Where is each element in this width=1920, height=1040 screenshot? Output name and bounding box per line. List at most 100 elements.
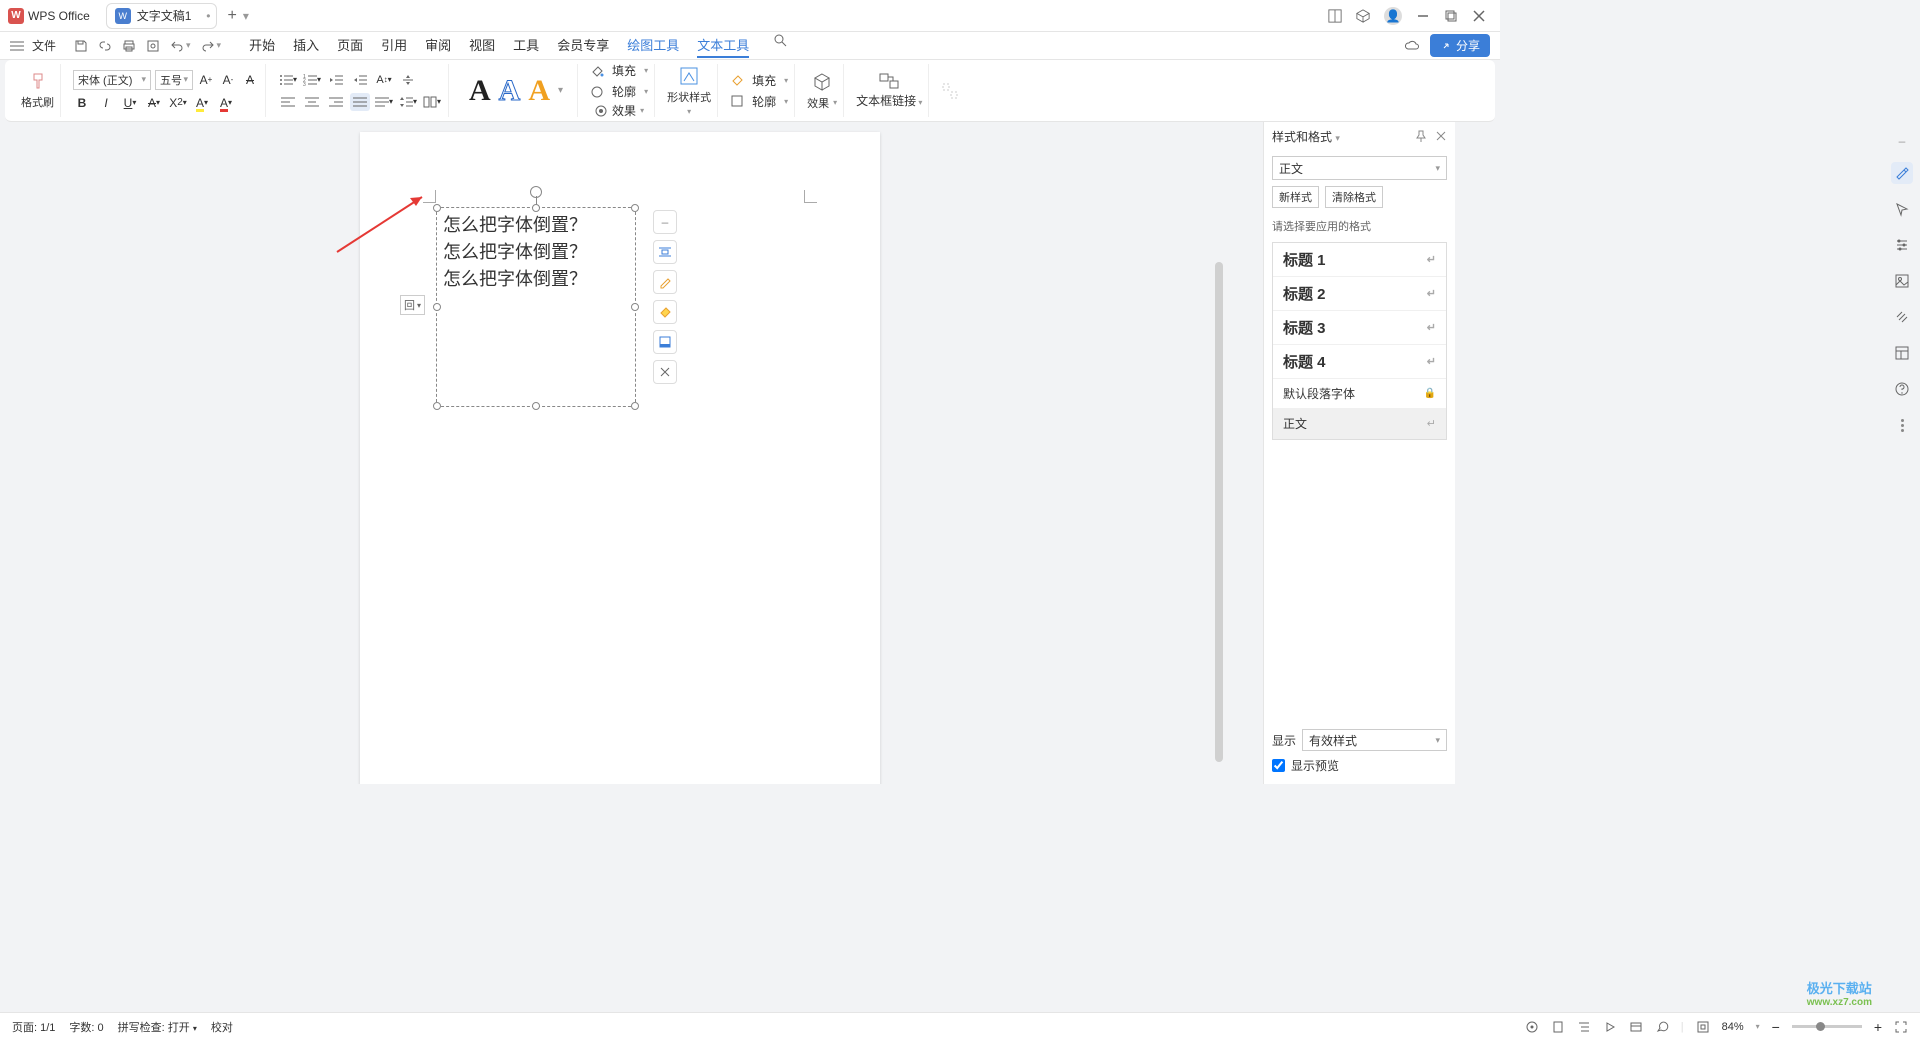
- style-a-outline-icon[interactable]: A: [499, 74, 521, 108]
- view-read-icon[interactable]: [1603, 1020, 1617, 1034]
- shape-style-button[interactable]: 形状样式▾: [667, 65, 711, 116]
- view-target-icon[interactable]: [1525, 1020, 1539, 1034]
- text-effect-button[interactable]: 效果▾: [594, 102, 644, 119]
- new-style-button[interactable]: 新样式: [1272, 186, 1319, 208]
- share-button[interactable]: 分享: [1430, 34, 1490, 57]
- close-window-icon[interactable]: [1472, 9, 1486, 23]
- style-item-default-font[interactable]: 默认段落字体🔒: [1273, 379, 1446, 409]
- display-mode-select[interactable]: 有效样式▾: [1302, 729, 1447, 751]
- style-item-body[interactable]: 正文↵: [1273, 409, 1446, 439]
- save-icon[interactable]: [74, 39, 88, 53]
- panel-collapse-button[interactable]: –: [1899, 134, 1906, 148]
- style-item-h3[interactable]: 标题 3↵: [1273, 311, 1446, 345]
- tab-ref[interactable]: 引用: [381, 33, 407, 58]
- vertical-scrollbar[interactable]: [1215, 262, 1225, 744]
- text-outline-button[interactable]: 轮廓▾: [590, 83, 648, 100]
- resize-handle-tm[interactable]: [532, 204, 540, 212]
- document-viewport[interactable]: 回▾ 怎么把字体倒置？ 怎么把字体倒置？ 怎么把字体倒置？ –: [0, 122, 1263, 784]
- float-fill-button[interactable]: [653, 300, 677, 324]
- tab-menu-chevron-icon[interactable]: ▾: [243, 9, 249, 23]
- tab-start[interactable]: 开始: [249, 33, 275, 58]
- tab-page[interactable]: 页面: [337, 33, 363, 58]
- zoom-fit-icon[interactable]: [1696, 1020, 1710, 1034]
- view-web-icon[interactable]: [1629, 1020, 1643, 1034]
- view-draft-icon[interactable]: [1655, 1020, 1669, 1034]
- float-image-button[interactable]: [653, 330, 677, 354]
- textbox-link-button[interactable]: 文本框链接 ▾: [856, 72, 922, 109]
- resize-handle-bl[interactable]: [433, 402, 441, 410]
- resize-handle-bm[interactable]: [532, 402, 540, 410]
- align-left-button[interactable]: [278, 93, 298, 111]
- zoom-value[interactable]: 84%: [1722, 1021, 1744, 1033]
- vertical-align-button[interactable]: [398, 71, 418, 89]
- pin-icon[interactable]: [1415, 130, 1427, 142]
- resize-handle-tl[interactable]: [433, 204, 441, 212]
- rail-styles-icon[interactable]: [1891, 162, 1913, 184]
- anchor-indicator[interactable]: 回▾: [400, 295, 425, 315]
- user-avatar-icon[interactable]: 👤: [1384, 7, 1402, 25]
- shape-outline-button[interactable]: 轮廓▾: [730, 93, 788, 110]
- rail-more-icon[interactable]: [1891, 414, 1913, 436]
- tab-member[interactable]: 会员专享: [557, 33, 609, 58]
- style-item-h1[interactable]: 标题 1↵: [1273, 243, 1446, 277]
- rail-select-icon[interactable]: [1891, 198, 1913, 220]
- resize-handle-tr[interactable]: [631, 204, 639, 212]
- text-direction-button[interactable]: A↕▾: [374, 71, 394, 89]
- page[interactable]: 回▾ 怎么把字体倒置？ 怎么把字体倒置？ 怎么把字体倒置？ –: [360, 132, 880, 784]
- highlight-color-button[interactable]: A▾: [193, 94, 211, 112]
- increase-indent-button[interactable]: [350, 71, 370, 89]
- minimize-icon[interactable]: [1416, 9, 1430, 23]
- font-color-button[interactable]: A▾: [217, 94, 235, 112]
- font-name-select[interactable]: 宋体 (正文)▾: [73, 70, 151, 90]
- search-icon[interactable]: [773, 33, 787, 47]
- undo-button[interactable]: ▾: [170, 39, 191, 53]
- zoom-slider[interactable]: [1792, 1025, 1862, 1028]
- align-right-button[interactable]: [326, 93, 346, 111]
- resize-handle-br[interactable]: [631, 402, 639, 410]
- shape-effect-button[interactable]: 效果▾: [807, 95, 837, 111]
- superscript-button[interactable]: X2▾: [169, 94, 187, 112]
- style-a-solid-icon[interactable]: A: [469, 74, 491, 108]
- align-center-button[interactable]: [302, 93, 322, 111]
- increase-font-icon[interactable]: A+: [197, 71, 215, 89]
- shape-fill-button[interactable]: 填充▾: [730, 72, 788, 89]
- tab-insert[interactable]: 插入: [293, 33, 319, 58]
- line-spacing-button[interactable]: ▾: [398, 93, 418, 111]
- zoom-out-button[interactable]: −: [1772, 1019, 1780, 1035]
- underline-button[interactable]: U▾: [121, 94, 139, 112]
- float-more-button[interactable]: [653, 360, 677, 384]
- distribute-button[interactable]: ▾: [374, 93, 394, 111]
- tab-text-tools[interactable]: 文本工具: [697, 33, 749, 58]
- text-fill-button[interactable]: 填充▾: [590, 62, 648, 79]
- tab-draw-tools[interactable]: 绘图工具: [627, 33, 679, 58]
- close-panel-icon[interactable]: [1435, 130, 1447, 142]
- rail-tools-icon[interactable]: [1891, 306, 1913, 328]
- italic-button[interactable]: I: [97, 94, 115, 112]
- status-page[interactable]: 页面: 1/1: [12, 1019, 55, 1035]
- link-icon[interactable]: [98, 39, 112, 53]
- text-styles-gallery[interactable]: A A A ▾: [461, 74, 571, 108]
- tab-close-icon[interactable]: •: [206, 9, 210, 23]
- status-spellcheck[interactable]: 拼写检查: 打开 ▾: [118, 1019, 197, 1035]
- view-outline-icon[interactable]: [1577, 1020, 1591, 1034]
- bold-button[interactable]: B: [73, 94, 91, 112]
- style-item-h4[interactable]: 标题 4↵: [1273, 345, 1446, 379]
- decrease-indent-button[interactable]: [326, 71, 346, 89]
- maximize-icon[interactable]: [1444, 9, 1458, 23]
- rail-help-icon[interactable]: [1891, 378, 1913, 400]
- clear-format-icon[interactable]: A: [241, 71, 259, 89]
- format-painter-button[interactable]: 格式刷: [21, 72, 54, 110]
- font-size-select[interactable]: 五号▾: [155, 70, 193, 90]
- rail-settings-icon[interactable]: [1891, 234, 1913, 256]
- style-a-gradient-icon[interactable]: A: [528, 74, 550, 108]
- layout-icon[interactable]: [1328, 9, 1342, 23]
- tab-review[interactable]: 审阅: [425, 33, 451, 58]
- number-list-button[interactable]: 123▾: [302, 71, 322, 89]
- resize-handle-ml[interactable]: [433, 303, 441, 311]
- current-style-select[interactable]: 正文▾: [1272, 156, 1447, 180]
- zoom-in-button[interactable]: +: [1874, 1019, 1882, 1035]
- resize-handle-mr[interactable]: [631, 303, 639, 311]
- cloud-icon[interactable]: [1404, 38, 1420, 54]
- hamburger-icon[interactable]: [10, 40, 24, 52]
- text-box[interactable]: 怎么把字体倒置？ 怎么把字体倒置？ 怎么把字体倒置？: [436, 207, 636, 407]
